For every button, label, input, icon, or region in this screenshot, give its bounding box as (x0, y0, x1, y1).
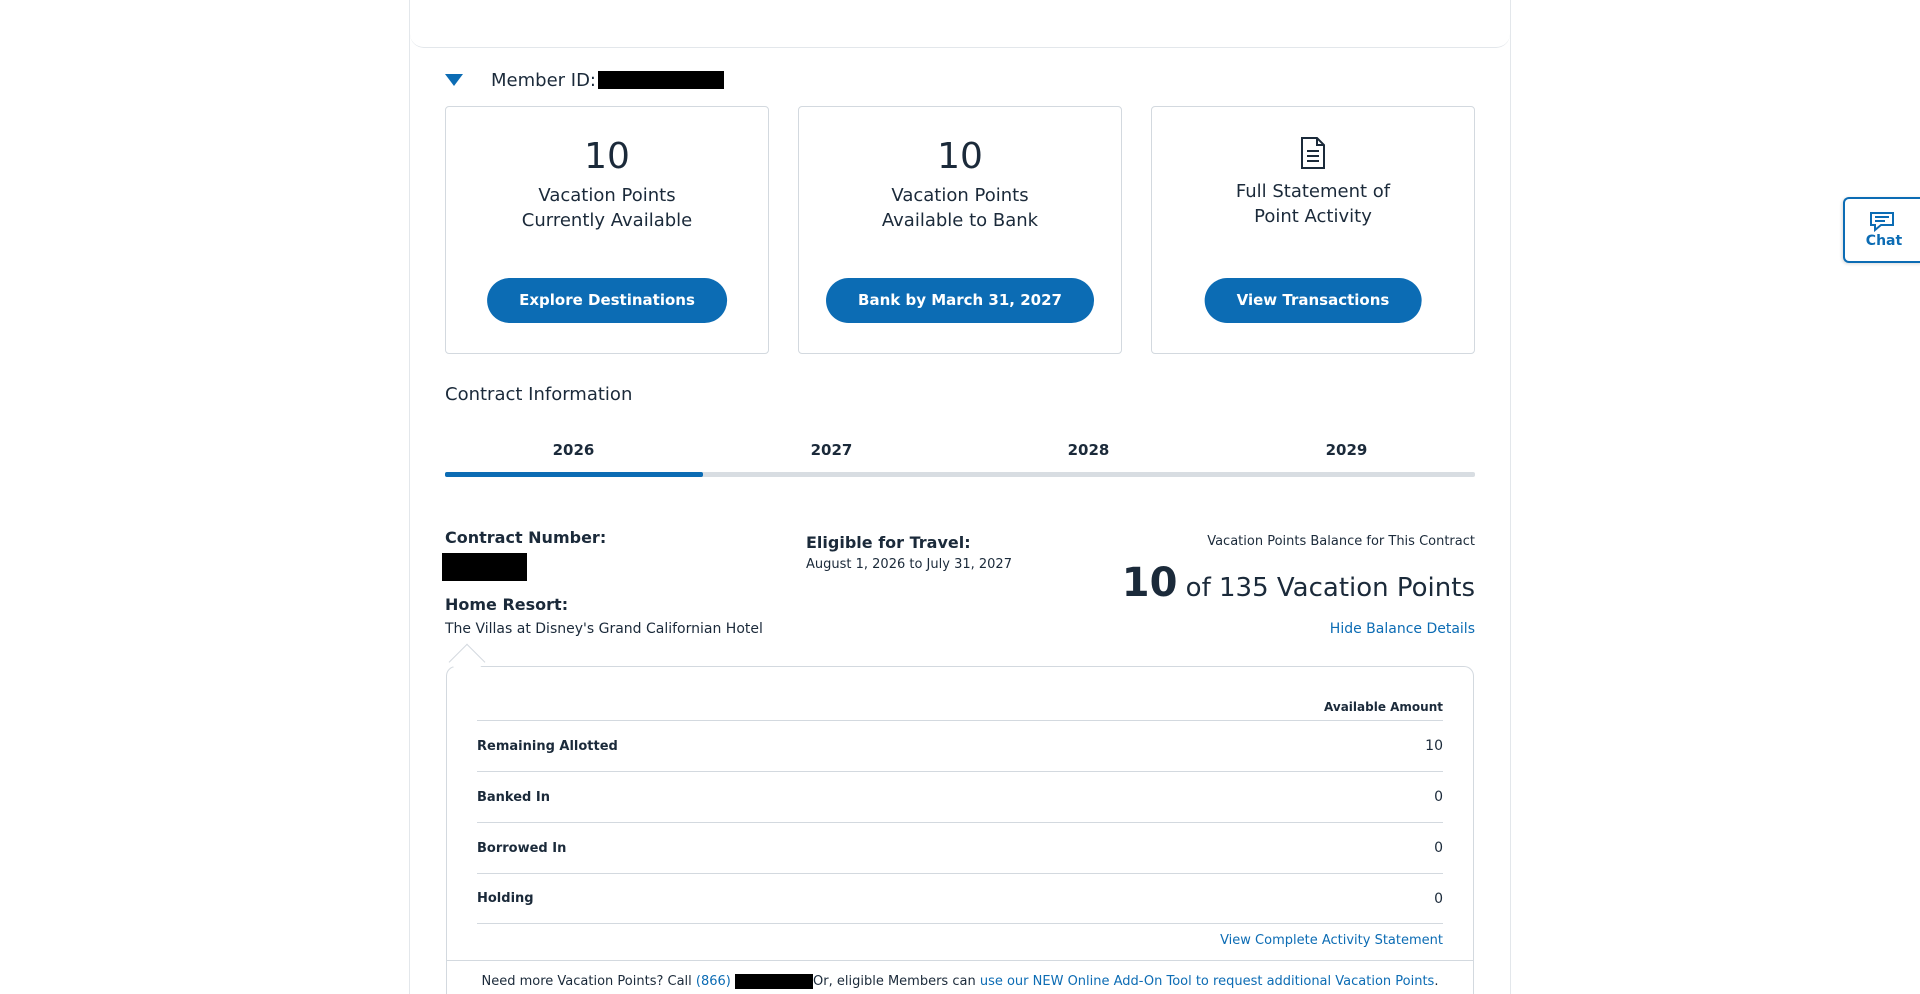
contract-number-label: Contract Number: (445, 528, 607, 547)
explore-destinations-button[interactable]: Explore Destinations (487, 278, 727, 323)
statement-label-1: Full Statement of (1235, 181, 1391, 202)
view-transactions-button[interactable]: View Transactions (1204, 278, 1422, 323)
eligible-travel-dates: August 1, 2026 to July 31, 2027 (806, 557, 1012, 572)
points-available-label-2: Currently Available (521, 210, 693, 231)
eligible-travel-label: Eligible for Travel: (806, 533, 971, 552)
available-amount-header: Available Amount (1324, 700, 1443, 714)
tab-active-indicator (445, 472, 703, 477)
balance-total: of 135 Vacation Points (1185, 573, 1475, 603)
addon-tool-link[interactable]: use our NEW Online Add-On Tool to reques… (980, 974, 1435, 989)
row-value: 0 (1434, 840, 1443, 856)
points-available-card: 10 Vacation Points Currently Available E… (445, 106, 769, 354)
contract-number-block: Contract Number: Home Resort: The Villas… (442, 528, 763, 637)
table-row: Remaining Allotted 10 (477, 720, 1443, 771)
row-value: 0 (1434, 890, 1443, 907)
chat-label: Chat (1865, 233, 1903, 249)
statement-label-2: Point Activity (1254, 206, 1372, 227)
member-id-label: Member ID: (491, 69, 596, 91)
view-complete-activity-link[interactable]: View Complete Activity Statement (1220, 933, 1443, 948)
need-more-points-notice: Need more Vacation Points? Call (866) Or… (447, 960, 1473, 989)
phone-link[interactable]: (866) (696, 974, 731, 989)
statement-card: Full Statement of Point Activity View Tr… (1151, 106, 1475, 354)
row-value: 10 (1425, 738, 1443, 754)
balance-details-panel: Available Amount Remaining Allotted 10 B… (446, 666, 1474, 994)
home-resort-value: The Villas at Disney's Grand Californian… (445, 621, 763, 637)
member-header: Member ID: (445, 66, 724, 94)
caret-down-icon[interactable] (445, 74, 463, 86)
bank-points-button[interactable]: Bank by March 31, 2027 (826, 278, 1094, 323)
table-row: Banked In 0 (477, 771, 1443, 822)
home-resort-label: Home Resort: (445, 595, 569, 614)
contract-information-title: Contract Information (445, 384, 633, 405)
year-tabs: 2026 2027 2028 2029 (445, 430, 1475, 478)
points-bankable-label-2: Available to Bank (881, 210, 1039, 231)
contract-number-redacted (442, 553, 527, 581)
phone-redacted (735, 974, 814, 989)
tab-2026[interactable]: 2026 (445, 430, 702, 470)
eligible-travel-block: Eligible for Travel: August 1, 2026 to J… (806, 533, 1012, 572)
points-available-label-1: Vacation Points (538, 185, 676, 206)
balance-label: Vacation Points Balance for This Contrac… (1207, 534, 1475, 549)
points-bankable-label-1: Vacation Points (891, 185, 1029, 206)
need-more-mid: Or, eligible Members can (813, 974, 976, 989)
tab-2028[interactable]: 2028 (960, 430, 1217, 470)
points-available-value: 10 (584, 136, 630, 177)
main-content: Member ID: 10 Vacation Points Currently … (409, 0, 1511, 994)
hide-balance-details-link[interactable]: Hide Balance Details (1330, 621, 1475, 637)
row-label: Borrowed In (477, 840, 567, 856)
member-id-redacted (598, 71, 724, 89)
row-value: 0 (1434, 789, 1443, 805)
chat-button[interactable]: Chat (1843, 197, 1920, 263)
table-row: Borrowed In 0 (477, 822, 1443, 873)
table-row: Holding 0 (477, 873, 1443, 924)
balance-current: 10 (1121, 560, 1178, 606)
top-panel (410, 0, 1510, 48)
row-label: Holding (477, 891, 534, 906)
row-label: Remaining Allotted (477, 738, 618, 754)
balance-summary: 10 of 135 Vacation Points (1122, 560, 1475, 606)
chat-bubble-icon (1845, 211, 1920, 233)
need-more-prefix: Need more Vacation Points? Call (481, 974, 692, 989)
document-icon (1152, 137, 1474, 169)
points-bankable-value: 10 (937, 136, 983, 177)
need-more-suffix: . (1434, 974, 1439, 989)
tab-2027[interactable]: 2027 (703, 430, 960, 470)
row-label: Banked In (477, 789, 550, 805)
points-bankable-card: 10 Vacation Points Available to Bank Ban… (798, 106, 1122, 354)
tab-2029[interactable]: 2029 (1218, 430, 1475, 470)
